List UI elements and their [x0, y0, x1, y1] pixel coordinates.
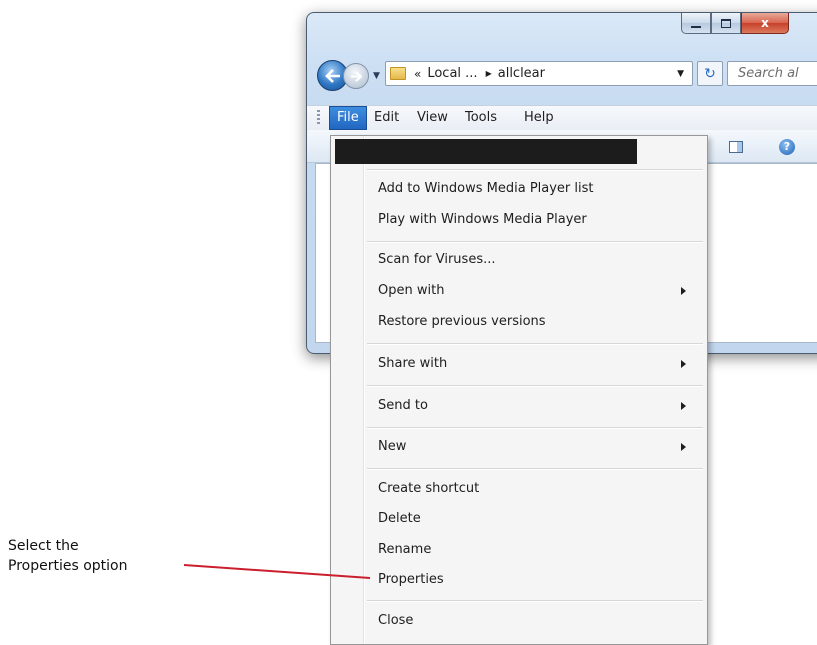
folder-icon — [390, 67, 406, 80]
submenu-arrow-icon — [681, 360, 686, 368]
help-icon[interactable]: ? — [779, 139, 795, 155]
close-icon: x — [761, 16, 769, 30]
breadcrumb-current[interactable]: allclear — [498, 66, 545, 81]
file-menu: Add to Windows Media Player list Play wi… — [330, 135, 708, 645]
menu-separator — [367, 468, 703, 470]
menu-restore-previous-versions[interactable]: Restore previous versions — [378, 309, 546, 335]
address-dropdown-icon[interactable]: ▼ — [677, 69, 684, 79]
preview-pane-icon[interactable] — [729, 141, 743, 153]
search-input[interactable]: Search al — [727, 61, 817, 86]
menu-create-shortcut[interactable]: Create shortcut — [378, 476, 479, 502]
menu-send-to[interactable]: Send to — [378, 393, 428, 419]
callout-line2: Properties option — [8, 558, 128, 574]
menu-new[interactable]: New — [378, 434, 406, 460]
menu-share-with[interactable]: Share with — [378, 351, 447, 377]
caption-buttons: x — [681, 13, 789, 39]
menu-separator — [367, 169, 703, 171]
breadcrumb-overflow[interactable]: « — [414, 67, 421, 81]
back-arrow-icon — [324, 68, 340, 83]
menu-file[interactable]: File — [329, 106, 367, 130]
menu-bar: File Edit View Tools Help — [307, 105, 817, 131]
menu-tools[interactable]: Tools — [458, 106, 504, 130]
submenu-arrow-icon — [681, 287, 686, 295]
menu-play-with-wmp[interactable]: Play with Windows Media Player — [378, 207, 587, 233]
close-window-button[interactable]: x — [741, 13, 789, 34]
menu-scan-for-viruses[interactable]: Scan for Viruses... — [378, 247, 496, 273]
menu-close[interactable]: Close — [378, 608, 413, 634]
menu-delete[interactable]: Delete — [378, 506, 421, 532]
menubar-grip — [317, 110, 320, 126]
menu-open-with[interactable]: Open with — [378, 278, 444, 304]
menu-help[interactable]: Help — [517, 106, 561, 130]
forward-arrow-icon — [351, 70, 362, 82]
submenu-arrow-icon — [681, 443, 686, 451]
menu-rename[interactable]: Rename — [378, 537, 431, 563]
refresh-icon: ↻ — [704, 65, 716, 82]
breadcrumb-local[interactable]: Local ... — [427, 66, 477, 81]
menu-properties[interactable]: Properties — [378, 567, 444, 593]
forward-button[interactable] — [343, 63, 369, 89]
submenu-arrow-icon — [681, 402, 686, 410]
breadcrumb-chevron-icon[interactable]: ▶ — [486, 69, 492, 78]
instruction-callout: Select the Properties option — [8, 536, 127, 576]
menu-separator — [367, 241, 703, 243]
menu-view[interactable]: View — [410, 106, 455, 130]
minimize-button[interactable] — [681, 13, 711, 34]
menu-edit[interactable]: Edit — [367, 106, 406, 130]
navigation-row: ▼ « Local ... ▶ allclear ▼ ↻ Search al — [317, 59, 817, 91]
callout-line1: Select the — [8, 538, 79, 554]
menu-add-to-wmp-list[interactable]: Add to Windows Media Player list — [378, 176, 594, 202]
maximize-button[interactable] — [711, 13, 741, 34]
menu-separator — [367, 343, 703, 345]
menu-gutter-highlight — [364, 136, 365, 644]
menu-separator — [367, 427, 703, 429]
recent-pages-dropdown-icon[interactable]: ▼ — [373, 71, 380, 81]
maximize-icon — [721, 18, 731, 28]
menu-separator — [367, 385, 703, 387]
redacted-item — [335, 139, 637, 164]
address-bar[interactable]: « Local ... ▶ allclear ▼ — [385, 61, 693, 86]
refresh-button[interactable]: ↻ — [697, 61, 723, 86]
menu-separator — [367, 600, 703, 602]
minimize-icon — [691, 25, 701, 28]
